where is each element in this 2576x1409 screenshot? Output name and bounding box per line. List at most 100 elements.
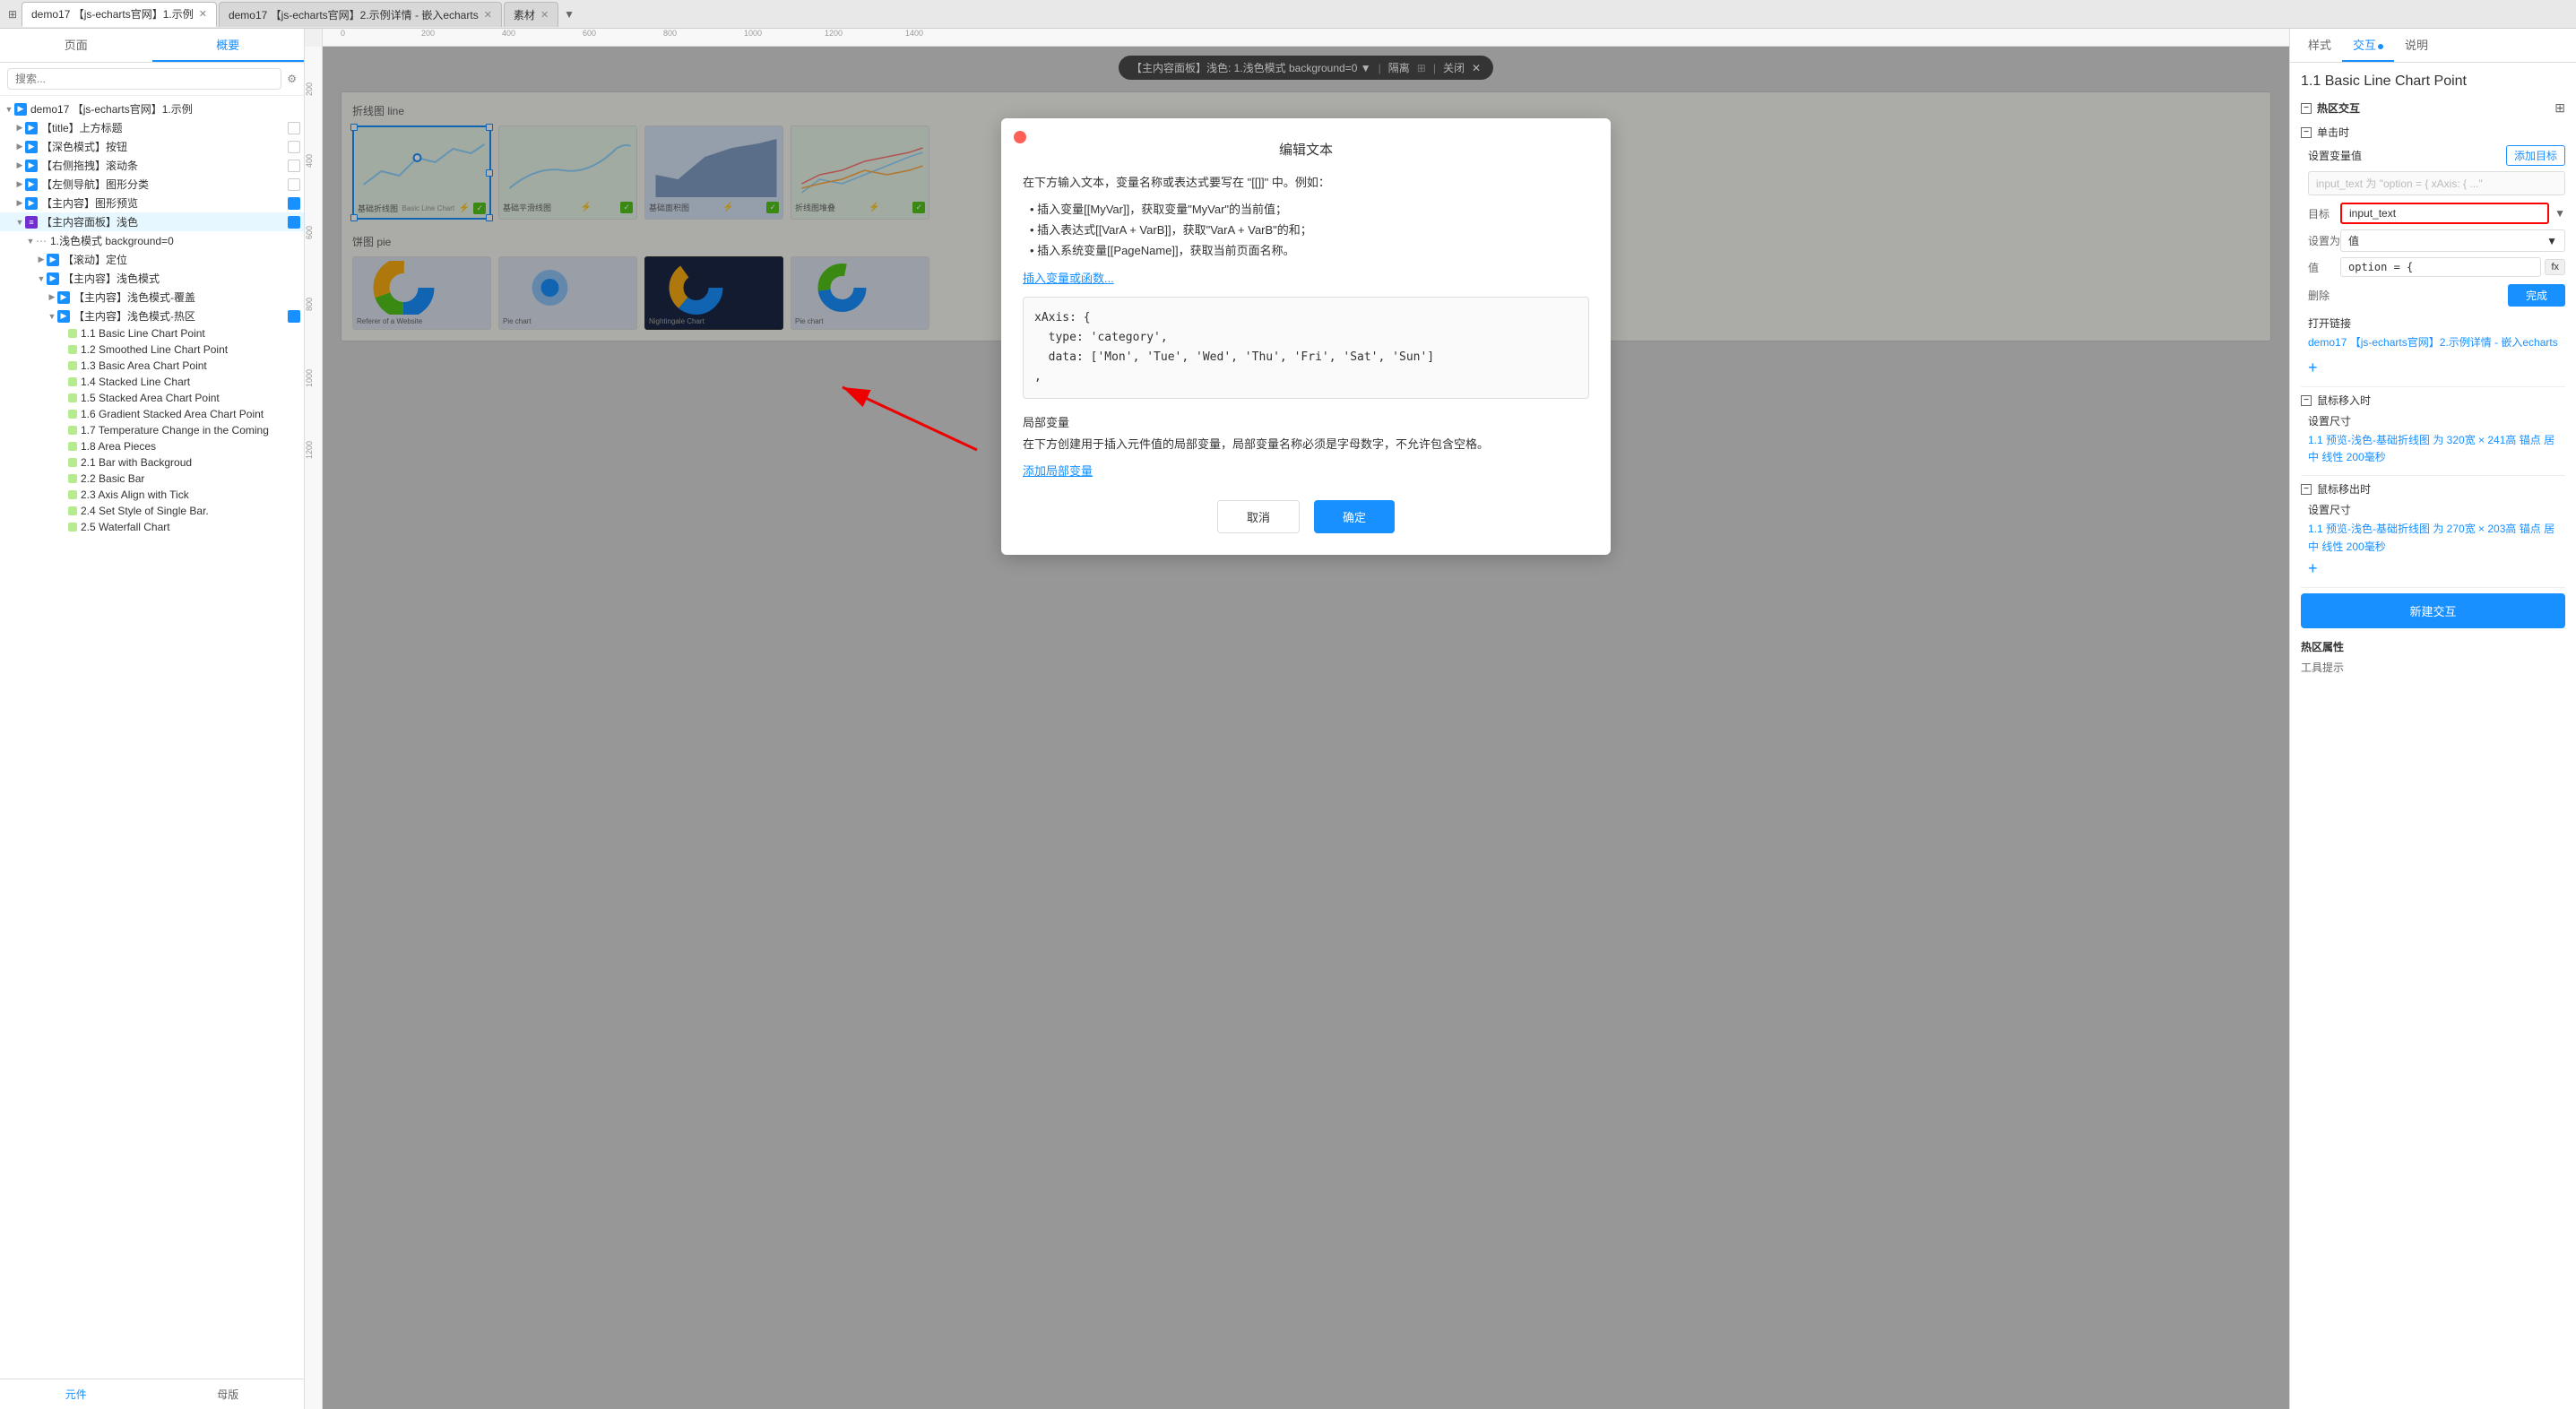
tree-item-2-2[interactable]: 2.2 Basic Bar: [0, 471, 304, 487]
right-tab-interaction[interactable]: 交互: [2342, 29, 2394, 62]
cancel-button[interactable]: 取消: [1217, 500, 1300, 533]
checkbox-left-nav[interactable]: [288, 178, 300, 191]
caret-main-panel: [14, 218, 25, 227]
tree-item-2-5[interactable]: 2.5 Waterfall Chart: [0, 519, 304, 535]
tree-label-main-cover: 【主内容】浅色模式-覆盖: [73, 290, 300, 305]
tree-item-1-2[interactable]: 1.2 Smoothed Line Chart Point: [0, 341, 304, 358]
tree-item-main-preview[interactable]: ▶ 【主内容】图形预览: [0, 194, 304, 212]
tree-item-2-3[interactable]: 2.3 Axis Align with Tick: [0, 487, 304, 503]
tree-item-scroll-pos[interactable]: ▶ 【滚动】定位: [0, 250, 304, 269]
tab-bar-nav-icon[interactable]: ⊞: [4, 0, 22, 28]
tree-item-dark-btn[interactable]: ▶ 【深色模式】按钮: [0, 137, 304, 156]
tab-material[interactable]: 素材 ✕: [504, 2, 558, 27]
footer-tab-master[interactable]: 母版: [152, 1379, 305, 1409]
sidebar-footer: 元件 母版: [0, 1379, 304, 1409]
plus-button-1[interactable]: +: [2308, 359, 2565, 377]
tree-label-2-3: 2.3 Axis Align with Tick: [81, 488, 300, 501]
target-input-box[interactable]: input_text: [2340, 203, 2549, 224]
open-link-title: 打开链接: [2308, 316, 2565, 331]
tree-label-main-light: 【主内容】浅色模式: [63, 271, 300, 286]
expand-mouseout[interactable]: −: [2301, 484, 2312, 495]
confirm-button[interactable]: 确定: [1314, 500, 1395, 533]
footer-tab-component[interactable]: 元件: [0, 1379, 152, 1409]
mouseover-body: 设置尺寸 1.1 预览-浅色-基础折线图 为 320宽 × 241高 锚点 居中…: [2301, 413, 2565, 466]
open-link-value[interactable]: demo17 【js-echarts官网】2.示例详情 - 嵌入echarts: [2308, 334, 2565, 350]
set-as-select[interactable]: 值 ▼: [2340, 229, 2565, 252]
tree-label-1-6: 1.6 Gradient Stacked Area Chart Point: [81, 408, 300, 420]
caret-mode-bg: [25, 237, 36, 246]
caret-main-hotspot: [47, 312, 57, 321]
tree-item-mode-bg[interactable]: ⋯ 1.浅色模式 background=0: [0, 231, 304, 250]
tab-demo17-1[interactable]: demo17 【js-echarts官网】1.示例 ✕: [22, 2, 217, 27]
leaf-color-1-2: [68, 345, 77, 354]
tree-item-1-6[interactable]: 1.6 Gradient Stacked Area Chart Point: [0, 406, 304, 422]
target-dropdown-icon[interactable]: ▼: [2554, 207, 2565, 220]
add-target-button[interactable]: 添加目标: [2506, 145, 2565, 166]
tree-item-1-7[interactable]: 1.7 Temperature Change in the Coming: [0, 422, 304, 438]
insert-link[interactable]: 插入变量或函数...: [1023, 269, 1589, 286]
folder-icon-hotspot: ▶: [57, 310, 70, 323]
caret-main-preview: [14, 198, 25, 208]
mouseout-size-desc[interactable]: 1.1 预览-浅色-基础折线图 为 270宽 × 203高 锚点 居中 线性 2…: [2308, 521, 2565, 555]
tree-item-left-nav[interactable]: ▶ 【左侧导航】图形分类: [0, 175, 304, 194]
tree-item-main-panel[interactable]: ≡ 【主内容面板】浅色: [0, 212, 304, 231]
open-link-section: 打开链接 demo17 【js-echarts官网】2.示例详情 - 嵌入ech…: [2308, 316, 2565, 350]
plus-button-2[interactable]: +: [2301, 559, 2565, 578]
on-click-section: − 单击时 设置变量值 添加目标 input_text 为 "option = …: [2301, 125, 2565, 377]
modal-close-btn[interactable]: [1014, 131, 1026, 143]
tree-item-2-4[interactable]: 2.4 Set Style of Single Bar.: [0, 503, 304, 519]
new-interaction-button[interactable]: 新建交互: [2301, 593, 2565, 628]
var-section-title: 局部变量: [1023, 413, 1589, 430]
code-textarea[interactable]: xAxis: { type: 'category', data: ['Mon',…: [1023, 297, 1589, 399]
tree-item-title[interactable]: ▶ 【title】上方标题: [0, 118, 304, 137]
right-tab-note[interactable]: 说明: [2394, 29, 2439, 62]
expand-onclick[interactable]: −: [2301, 127, 2312, 138]
tree-item-1-3[interactable]: 1.3 Basic Area Chart Point: [0, 358, 304, 374]
expand-hot-area[interactable]: −: [2301, 103, 2312, 114]
tree-item-right-scroll[interactable]: ▶ 【右侧拖拽】滚动条: [0, 156, 304, 175]
tab-close-3[interactable]: ✕: [540, 9, 549, 21]
tree-label-1-1: 1.1 Basic Line Chart Point: [81, 327, 300, 340]
tree-item-main-light[interactable]: ▶ 【主内容】浅色模式: [0, 269, 304, 288]
tab-demo17-2[interactable]: demo17 【js-echarts官网】2.示例详情 - 嵌入echarts …: [219, 2, 502, 27]
ruler-200: 200: [421, 29, 435, 38]
caret-main-light: [36, 274, 47, 283]
tree-item-main-cover[interactable]: ▶ 【主内容】浅色模式-覆盖: [0, 288, 304, 307]
tree-item-1-5[interactable]: 1.5 Stacked Area Chart Point: [0, 390, 304, 406]
tab-close-2[interactable]: ✕: [484, 9, 492, 21]
delete-button[interactable]: 删除: [2308, 288, 2508, 303]
checkbox-right-scroll[interactable]: [288, 160, 300, 172]
tab-close-1[interactable]: ✕: [199, 8, 207, 20]
tree-label-right-scroll: 【右侧拖拽】滚动条: [41, 158, 288, 173]
tree-item-demo17[interactable]: ▶ demo17 【js-echarts官网】1.示例: [0, 99, 304, 118]
tree-item-main-hotspot[interactable]: ▶ 【主内容】浅色模式-热区: [0, 307, 304, 325]
tree-label-scroll: 【滚动】定位: [63, 252, 300, 267]
tree-item-1-4[interactable]: 1.4 Stacked Line Chart: [0, 374, 304, 390]
checkbox-main-hotspot[interactable]: [288, 310, 300, 323]
add-var-link[interactable]: 添加局部变量: [1023, 464, 1093, 478]
modal-desc-3: • 插入系统变量[[PageName]]，获取当前页面名称。: [1023, 241, 1589, 258]
sidebar-tab-page[interactable]: 页面: [0, 29, 152, 62]
checkbox-dark[interactable]: [288, 141, 300, 153]
checkbox-main-preview[interactable]: [288, 197, 300, 210]
filter-icon[interactable]: ⚙: [287, 73, 297, 85]
expand-mouseover[interactable]: −: [2301, 395, 2312, 406]
leaf-color-1-1: [68, 329, 77, 338]
search-input[interactable]: [7, 68, 281, 90]
tree-item-2-1[interactable]: 2.1 Bar with Backgroud: [0, 454, 304, 471]
value-input[interactable]: option = {: [2340, 257, 2541, 277]
checkbox-main-panel[interactable]: [288, 216, 300, 229]
hot-area-expand-icon[interactable]: ⊞: [2554, 100, 2565, 116]
tree-item-1-1[interactable]: 1.1 Basic Line Chart Point: [0, 325, 304, 341]
tab-bar-more[interactable]: ▼: [564, 8, 575, 21]
leaf-color-2-1: [68, 458, 77, 467]
complete-button[interactable]: 完成: [2508, 284, 2565, 307]
canvas-area[interactable]: 【主内容面板】浅色: 1.浅色模式 background=0 ▼ | 隔离 ⊞ …: [323, 47, 2289, 1409]
mouseover-size-desc[interactable]: 1.1 预览-浅色-基础折线图 为 320宽 × 241高 锚点 居中 线性 2…: [2308, 432, 2565, 466]
sidebar-tab-overview[interactable]: 概要: [152, 29, 305, 62]
tree-item-1-8[interactable]: 1.8 Area Pieces: [0, 438, 304, 454]
var-desc: 在下方创建用于插入元件值的局部变量，局部变量名称必须是字母数字，不允许包含空格。: [1023, 436, 1589, 454]
checkbox-title[interactable]: [288, 122, 300, 134]
right-tab-style[interactable]: 样式: [2297, 29, 2342, 62]
fx-button[interactable]: fx: [2545, 259, 2565, 275]
